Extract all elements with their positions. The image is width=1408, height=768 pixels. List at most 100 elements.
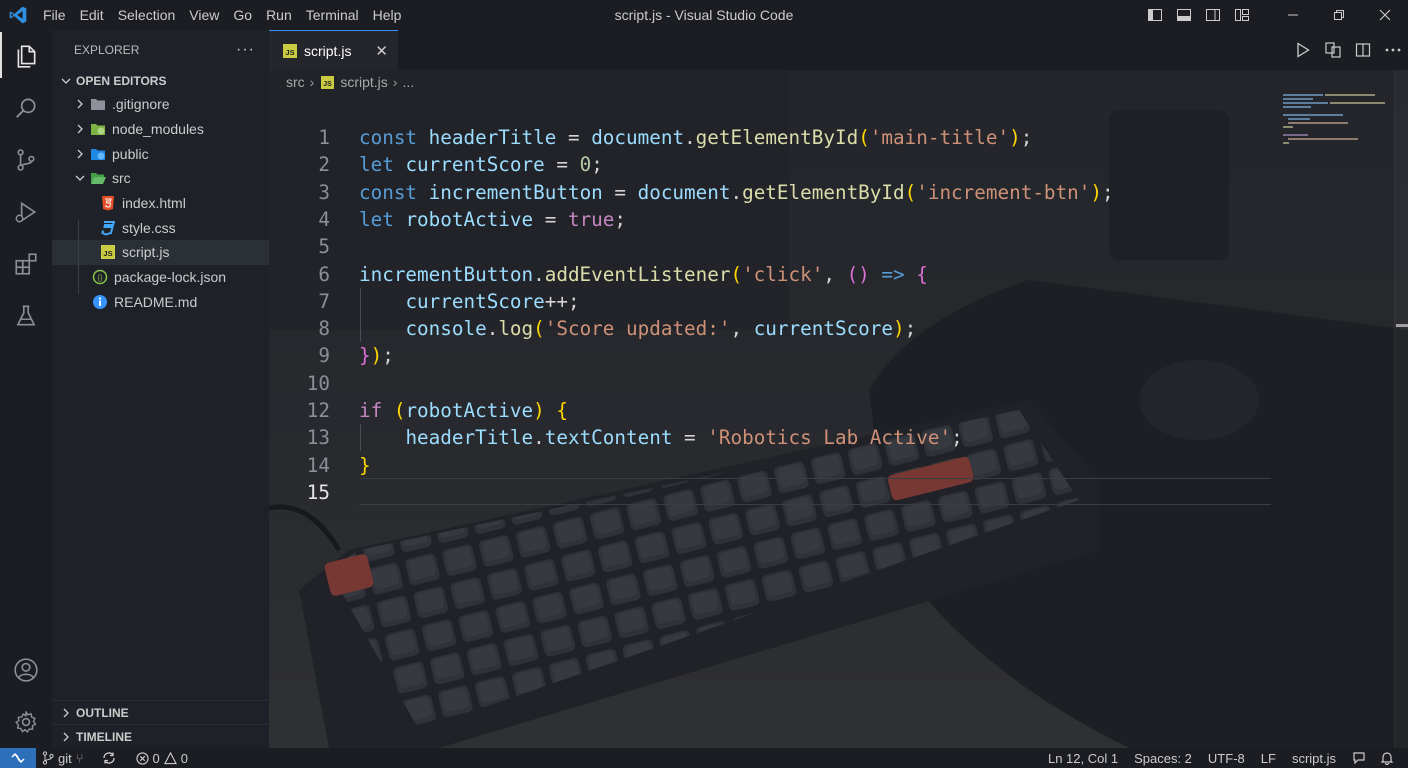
javascript-icon: JS [282,43,298,59]
remote-indicator-icon[interactable] [0,748,36,768]
testing-icon[interactable] [0,290,52,342]
indentation[interactable]: Spaces: 2 [1126,748,1200,768]
code-token: robotActive [405,399,534,422]
customize-layout-icon[interactable] [1227,0,1256,30]
tree-item-script-js[interactable]: JS script.js [52,240,269,265]
toggle-panel-icon[interactable] [1169,0,1198,30]
explorer-icon[interactable] [0,30,52,82]
line-number: 3 [318,180,330,204]
code-token: . [684,126,696,149]
manage-gear-icon[interactable] [0,696,52,748]
search-icon[interactable] [0,82,52,134]
accounts-icon[interactable] [0,644,52,696]
cursor-position[interactable]: Ln 12, Col 1 [1040,748,1126,768]
outline-section[interactable]: OUTLINE [52,700,269,724]
source-control-icon[interactable] [0,134,52,186]
code-token: currentScore [405,289,545,313]
more-editor-actions-icon[interactable] [1378,30,1408,70]
vertical-scrollbar[interactable] [1394,70,1408,748]
code-token: ; [951,426,963,450]
tree-item-src[interactable]: src [52,166,269,191]
minimize-icon[interactable] [1270,0,1316,30]
code-token: ; [614,207,627,231]
open-editors-section[interactable]: OPEN EDITORS [52,70,269,92]
tree-item-public[interactable]: public [52,141,269,166]
line-number: 8 [318,317,330,341]
problems-indicator[interactable]: 0 0 [130,748,194,768]
language-mode[interactable]: script.js [1284,748,1344,768]
source-control-branch[interactable]: git ⑂ [36,748,90,768]
javascript-icon: JS [100,244,116,260]
branch-indicator-icon: ⑂ [75,750,84,766]
more-actions-icon[interactable]: ··· [236,41,255,59]
tab-label: script.js [304,42,352,59]
code-token: log [498,317,534,341]
title-bar: File Edit Selection View Go Run Terminal… [0,0,1408,30]
code-token: ) [893,317,905,341]
menu-selection[interactable]: Selection [111,0,183,30]
explorer-title: EXPLORER [74,43,140,57]
toggle-primary-sidebar-icon[interactable] [1140,0,1169,30]
tree-item-readme[interactable]: README.md [52,290,269,315]
timeline-section[interactable]: TIMELINE [52,724,269,748]
tree-item-label: style.css [122,219,176,236]
extensions-icon[interactable] [0,238,52,290]
tree-item-label: src [112,170,131,187]
tree-item-gitignore[interactable]: .gitignore [52,92,269,117]
open-editors-label: OPEN EDITORS [76,74,167,88]
svg-text:JS: JS [285,48,294,57]
minimap[interactable] [1283,94,1393,154]
chevron-right-icon [58,705,74,721]
tree-item-index-html[interactable]: index.html [52,191,269,216]
code-token: = [533,207,568,231]
chevron-right-icon: › [309,74,315,90]
tab-script-js[interactable]: JS script.js ✕ [269,30,398,70]
notifications-bell-icon[interactable] [1374,748,1400,768]
public-folder-icon [90,146,106,162]
menu-file[interactable]: File [36,0,73,30]
run-debug-icon[interactable] [0,186,52,238]
chevron-right-icon [72,96,88,112]
toggle-secondary-sidebar-icon[interactable] [1198,0,1227,30]
warning-count: 0 [180,750,189,766]
breadcrumb-src[interactable]: src [286,74,305,90]
tree-item-label: index.html [122,195,186,212]
sync-icon[interactable] [96,748,122,768]
svg-text:JS: JS [323,81,332,88]
tree-item-style-css[interactable]: style.css [52,215,269,240]
menu-run[interactable]: Run [259,0,299,30]
outline-label: OUTLINE [76,705,129,720]
breadcrumb-file[interactable]: script.js [340,74,387,90]
code-token: 0 [579,153,592,177]
code-token: ( [533,317,545,341]
menu-edit[interactable]: Edit [73,0,111,30]
close-tab-icon[interactable]: ✕ [375,42,388,60]
menu-view[interactable]: View [182,0,226,30]
code-token: getElementById [695,126,859,149]
end-of-line[interactable]: LF [1253,748,1284,768]
code-token: 'click' [742,262,824,286]
code-token: incrementButton [428,180,603,204]
menu-go[interactable]: Go [226,0,259,30]
info-icon [92,294,108,310]
menu-terminal[interactable]: Terminal [299,0,366,30]
breadcrumb-symbol[interactable]: ... [402,74,414,90]
menu-help[interactable]: Help [366,0,409,30]
close-window-icon[interactable] [1362,0,1408,30]
code-token: { [556,399,568,422]
code-token: addEventListener [544,262,731,286]
compare-changes-icon[interactable] [1318,30,1348,70]
code-token: { [916,262,928,286]
sidebar-bottom-sections: OUTLINE TIMELINE [52,700,269,748]
tree-item-package-lock[interactable]: {} package-lock.json [52,265,269,290]
code-token: currentScore [405,153,545,177]
code-token: ; [1020,126,1033,149]
code-token: const [359,126,418,149]
encoding[interactable]: UTF-8 [1200,748,1253,768]
feedback-icon[interactable] [1344,748,1374,768]
restore-icon[interactable] [1316,0,1362,30]
tree-item-node-modules[interactable]: node_modules [52,117,269,142]
split-editor-icon[interactable] [1348,30,1378,70]
run-file-icon[interactable] [1288,30,1318,70]
